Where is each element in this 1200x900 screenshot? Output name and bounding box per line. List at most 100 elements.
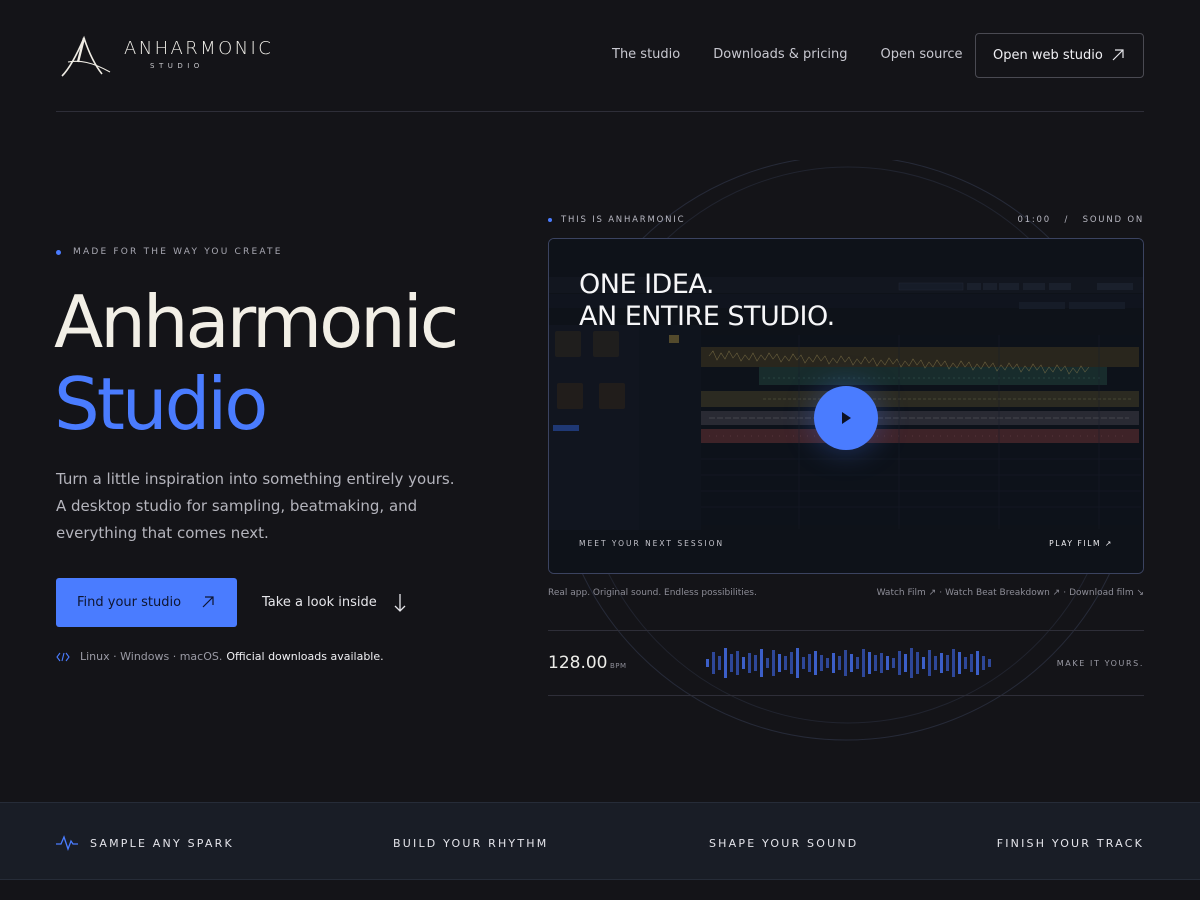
film-links: Watch Film ↗ · Watch Beat Breakdown ↗ · … [877, 588, 1144, 598]
nav-item-the-studio[interactable]: The studio [612, 47, 680, 62]
open-web-studio-button[interactable]: Open web studio [975, 33, 1144, 78]
waveform-bar [718, 656, 721, 670]
waveform-bar [766, 658, 769, 668]
waveform-bar [724, 648, 727, 678]
waveform-bar [706, 659, 709, 667]
waveform-bar [940, 653, 943, 673]
waveform-bar [862, 649, 865, 677]
waveform-bar [958, 652, 961, 674]
waveform-bar [898, 651, 901, 675]
header-divider [56, 111, 1144, 112]
waveform-bar [988, 659, 991, 667]
platform-list: Linux · Windows · macOS. [80, 650, 223, 663]
waveform-bar [838, 656, 841, 670]
feature-band: SAMPLE ANY SPARK BUILD YOUR RHYTHM SHAPE… [0, 802, 1200, 880]
film-foot-left: MEET YOUR NEXT SESSION [579, 539, 725, 548]
waveform-bar [736, 651, 739, 675]
waveform-bar [802, 657, 805, 669]
waveform-bar [952, 649, 955, 677]
brand-sub: STUDIO [150, 62, 204, 70]
waveform-bar [778, 654, 781, 672]
logo-mark-icon [61, 35, 111, 77]
waveform-bar [796, 648, 799, 678]
hero-title-line2: Studio [54, 362, 268, 446]
waveform-bar [910, 648, 913, 678]
nav-item-downloads-pricing[interactable]: Downloads & pricing [713, 47, 847, 62]
pulse-icon [56, 835, 78, 851]
waveform-bar [742, 657, 745, 669]
waveform-bar [808, 654, 811, 672]
watch-film-link[interactable]: Watch Film ↗ [877, 588, 937, 598]
waveform-bar [946, 655, 949, 671]
waveform-bar [880, 653, 883, 673]
arrow-up-right-icon [202, 596, 214, 608]
waveform-bar [748, 653, 751, 673]
tempo-value: 128.00 [548, 653, 608, 673]
open-web-studio-label: Open web studio [993, 48, 1103, 63]
play-icon [842, 412, 851, 424]
official-downloads-note: Official downloads available. [226, 650, 384, 663]
watch-beat-breakdown-link[interactable]: Watch Beat Breakdown ↗ [945, 588, 1060, 598]
waveform-bar [712, 652, 715, 674]
tempo-divider-top [548, 630, 1144, 631]
film-headline-line1: ONE IDEA. [579, 269, 714, 300]
play-film-link[interactable]: PLAY FILM ↗ [1049, 539, 1113, 548]
brand-name: ANHARMONIC [124, 38, 274, 59]
waveform-bar [820, 655, 823, 671]
waveform-bar [928, 650, 931, 676]
film-eyebrow: THIS IS ANHARMONIC [561, 215, 686, 225]
download-film-link[interactable]: Download film ↘ [1069, 588, 1144, 598]
waveform-bar [874, 655, 877, 671]
hero-eyebrow-text: MADE FOR THE WAY YOU CREATE [73, 247, 283, 257]
play-button[interactable] [814, 386, 878, 450]
hero-eyebrow: MADE FOR THE WAY YOU CREATE [56, 247, 283, 257]
film-headline-line2: AN ENTIRE STUDIO. [579, 301, 835, 332]
waveform-bar [970, 654, 973, 672]
waveform-bar [850, 654, 853, 672]
film-headline: ONE IDEA. AN ENTIRE STUDIO. [579, 269, 835, 333]
waveform-bar [892, 658, 895, 668]
take-a-look-inside-label: Take a look inside [262, 595, 377, 610]
feature-finish-your-track: FINISH YOUR TRACK [996, 837, 1144, 850]
waveform-bar [868, 652, 871, 674]
link-separator: · [939, 588, 943, 598]
waveform-bar [982, 656, 985, 670]
waveform-bar [916, 652, 919, 674]
hero-lede: Turn a little inspiration into something… [56, 470, 455, 542]
waveform-bar [784, 656, 787, 670]
link-separator: · [1063, 588, 1067, 598]
feature-sample-any-spark: SAMPLE ANY SPARK [90, 837, 234, 850]
find-your-studio-label: Find your studio [77, 595, 182, 610]
hero-title-line1: Anharmonic [54, 280, 459, 364]
feature-shape-your-sound: SHAPE YOUR SOUND [709, 837, 859, 850]
main-nav: The studio Downloads & pricing Open sour… [612, 47, 996, 62]
waveform-bar [760, 649, 763, 677]
waveform-bar [964, 657, 967, 669]
arrow-up-right-icon [1112, 49, 1124, 61]
take-a-look-inside-button[interactable]: Take a look inside [262, 578, 406, 627]
tempo-tagline: MAKE IT YOURS. [1056, 659, 1144, 668]
site-header: ANHARMONIC STUDIO The studio Downloads &… [56, 32, 1144, 80]
tempo-divider-bottom [548, 695, 1144, 696]
waveform-bar [772, 650, 775, 676]
tempo-unit: BPM [610, 662, 627, 670]
waveform-bar [754, 655, 757, 671]
waveform-bar [730, 654, 733, 672]
waveform-bar [922, 657, 925, 669]
film-caption: Real app. Original sound. Endless possib… [548, 588, 757, 598]
waveform-bar [790, 652, 793, 674]
film-player[interactable]: ONE IDEA. AN ENTIRE STUDIO. MEET YOUR NE… [548, 238, 1144, 574]
waveform-bar [934, 656, 937, 670]
platform-availability: Linux · Windows · macOS. Official downlo… [56, 650, 384, 663]
film-meta: 01:00 / SOUND ON [1017, 215, 1144, 225]
waveform-visualizer [706, 648, 991, 678]
arrow-down-icon [394, 593, 406, 612]
waveform-bar [826, 658, 829, 668]
nav-item-open-source[interactable]: Open source [881, 47, 963, 62]
brand-logo[interactable]: ANHARMONIC STUDIO [56, 32, 296, 80]
film-eyebrow-dot-icon [548, 218, 552, 222]
eyebrow-dot-icon [56, 249, 61, 255]
find-your-studio-button[interactable]: Find your studio [56, 578, 237, 627]
waveform-bar [844, 650, 847, 676]
waveform-bar [814, 651, 817, 675]
